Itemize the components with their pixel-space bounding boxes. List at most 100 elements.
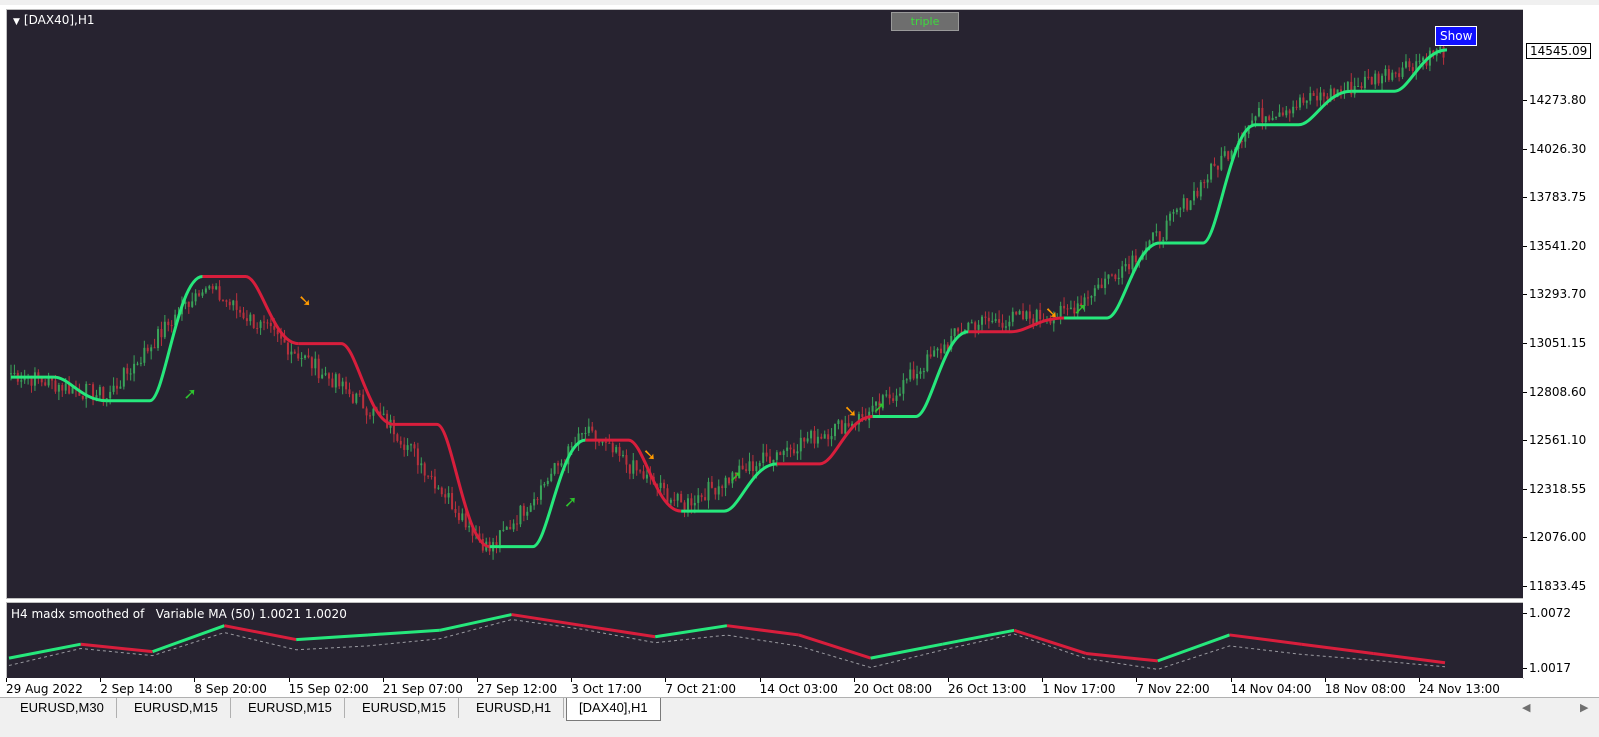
tab-eurusd-m15[interactable]: EURUSD,M15 <box>122 698 231 718</box>
candlestick <box>769 448 772 464</box>
show-button[interactable]: Show <box>1435 26 1478 46</box>
candlestick <box>98 384 101 400</box>
candlestick <box>536 496 539 505</box>
candlestick <box>1090 295 1093 305</box>
candlestick <box>20 372 23 388</box>
candlestick <box>557 460 560 475</box>
tab-eurusd-h1[interactable]: EURUSD,H1 <box>464 698 565 718</box>
candlestick <box>382 406 385 416</box>
time-axis-label: 2 Sep 14:00 <box>100 682 173 696</box>
candlestick <box>953 328 956 340</box>
candlestick <box>1216 165 1219 178</box>
candlestick <box>512 519 515 532</box>
candlestick <box>338 373 341 390</box>
symbol-title[interactable]: ▼ [DAX40],H1 <box>13 13 95 27</box>
candlestick <box>683 500 686 518</box>
candlestick <box>1093 285 1096 302</box>
price-axis: 14273.80 14026.30 13783.75 13541.20 13293.70… <box>1523 9 1599 599</box>
candlestick <box>1381 73 1384 92</box>
candlestick <box>1285 106 1288 118</box>
candlestick <box>587 418 590 437</box>
candlestick <box>122 366 125 390</box>
candlestick <box>663 479 666 496</box>
candlestick <box>365 406 368 424</box>
candlestick <box>1319 86 1322 107</box>
candlestick <box>191 292 194 308</box>
candlestick <box>454 501 457 518</box>
time-axis-label: 14 Oct 03:00 <box>759 682 838 696</box>
candlestick <box>1128 255 1131 275</box>
candlestick <box>314 351 317 376</box>
tab-eurusd-m15[interactable]: EURUSD,M15 <box>350 698 459 718</box>
candlestick <box>676 492 679 508</box>
candlestick <box>1110 273 1113 277</box>
candlestick <box>830 428 833 447</box>
candlestick <box>221 299 224 302</box>
indicator-line-segment <box>654 624 728 639</box>
price-axis-label: 12076.00 <box>1529 530 1587 545</box>
triple-button[interactable]: triple <box>891 12 959 31</box>
candlestick <box>321 368 324 380</box>
candlestick <box>259 319 262 335</box>
axis-tick <box>1523 488 1527 490</box>
candlestick <box>628 463 631 480</box>
candlestick <box>1172 209 1175 222</box>
candlestick <box>249 312 252 326</box>
tab-eurusd-m30[interactable]: EURUSD,M30 <box>8 698 117 718</box>
candlestick <box>833 423 836 441</box>
candlestick <box>902 373 905 401</box>
price-axis-label: 11833.45 <box>1529 579 1587 593</box>
candlestick <box>403 437 406 457</box>
candlestick <box>386 410 389 429</box>
sell-arrow-icon: ➘ <box>298 291 311 310</box>
candlestick <box>745 463 748 473</box>
candlestick <box>820 433 823 440</box>
candlestick <box>970 319 973 324</box>
candlestick <box>810 429 813 444</box>
scroll-right-icon[interactable]: ▶ <box>1580 701 1588 714</box>
candlestick <box>519 504 522 528</box>
candlestick <box>201 289 204 298</box>
indicator-pane[interactable]: H4 madx smoothed of Variable MA (50) 1.0… <box>6 602 1524 679</box>
candlestick <box>300 352 303 367</box>
candlestick <box>399 436 402 449</box>
candlestick <box>396 432 399 443</box>
time-axis-label: 26 Oct 13:00 <box>948 682 1027 696</box>
scroll-left-icon[interactable]: ◀ <box>1522 701 1530 714</box>
candlestick <box>1401 62 1404 80</box>
indicator-line-segment <box>798 633 872 660</box>
candlestick <box>502 521 505 532</box>
candlestick <box>905 378 908 384</box>
candlestick <box>1298 94 1301 111</box>
candlestick <box>1192 182 1195 206</box>
buy-arrow-icon: ➚ <box>183 384 196 403</box>
candlestick <box>926 349 929 373</box>
candlestick <box>57 382 60 401</box>
candlestick <box>1415 53 1418 80</box>
tab-dax40-h1[interactable]: [DAX40],H1 <box>566 698 661 721</box>
axis-tick <box>1523 343 1527 344</box>
candlestick <box>543 481 546 488</box>
candlestick <box>635 460 638 476</box>
chart-window: ➚ ➘ ➚ ➘ ➚ ➘ ➚ ➘ ➚ ▼ [DAX40],H1 triple Show 14273.… <box>0 5 1599 711</box>
candlestick <box>495 535 498 554</box>
candlestick <box>1114 273 1117 282</box>
candlestick <box>895 388 898 407</box>
candlestick <box>119 380 122 389</box>
candlestick <box>550 468 553 483</box>
time-axis-label: 7 Oct 21:00 <box>665 682 736 696</box>
axis-tick <box>1523 668 1527 669</box>
candlestick <box>1117 269 1120 285</box>
candlestick <box>1196 187 1199 199</box>
candlestick <box>440 486 443 497</box>
dropdown-triangle-icon[interactable]: ▼ <box>13 17 20 27</box>
tab-eurusd-m15[interactable]: EURUSD,M15 <box>236 698 345 718</box>
candlestick <box>1059 301 1062 325</box>
candlestick <box>208 284 211 290</box>
buy-arrow-icon: ➚ <box>1074 299 1087 318</box>
main-chart-pane[interactable]: ➚ ➘ ➚ ➘ ➚ ➘ ➚ ➘ ➚ ▼ [DAX40],H1 triple Show <box>6 9 1524 599</box>
candlestick <box>714 487 717 500</box>
candlestick <box>622 450 625 458</box>
candlestick <box>153 338 156 349</box>
candlestick <box>922 367 925 379</box>
